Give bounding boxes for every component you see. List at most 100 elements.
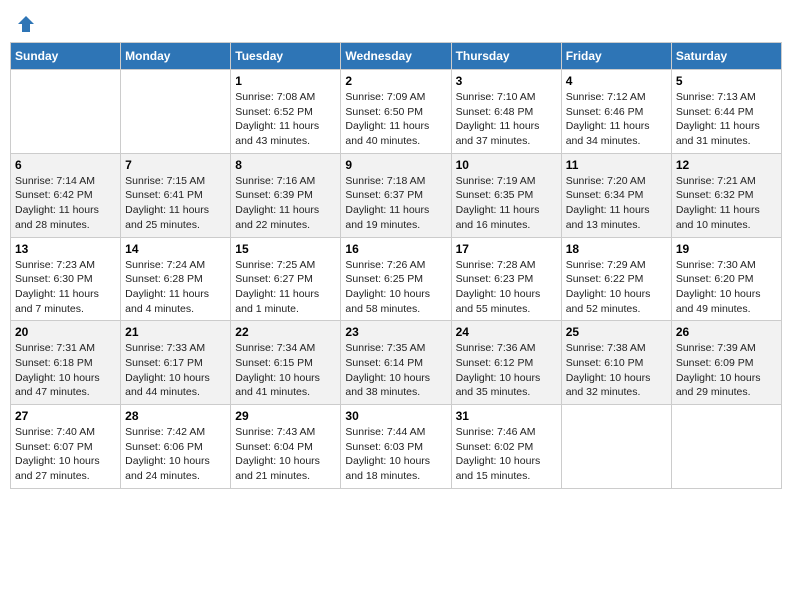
calendar-cell: 1 Sunrise: 7:08 AM Sunset: 6:52 PM Daylig… [231, 70, 341, 154]
day-number: 18 [566, 242, 667, 256]
day-number: 16 [345, 242, 446, 256]
calendar-cell: 31 Sunrise: 7:46 AM Sunset: 6:02 PM Dayli… [451, 405, 561, 489]
day-number: 2 [345, 74, 446, 88]
day-number: 10 [456, 158, 557, 172]
day-info: Sunrise: 7:16 AM Sunset: 6:39 PM Dayligh… [235, 174, 336, 233]
day-info: Sunrise: 7:30 AM Sunset: 6:20 PM Dayligh… [676, 258, 777, 317]
calendar-cell [121, 70, 231, 154]
calendar-cell: 9 Sunrise: 7:18 AM Sunset: 6:37 PM Daylig… [341, 153, 451, 237]
weekday-header-row: SundayMondayTuesdayWednesdayThursdayFrid… [11, 43, 782, 70]
calendar-cell: 16 Sunrise: 7:26 AM Sunset: 6:25 PM Dayli… [341, 237, 451, 321]
calendar-cell [671, 405, 781, 489]
day-number: 1 [235, 74, 336, 88]
calendar-cell: 21 Sunrise: 7:33 AM Sunset: 6:17 PM Dayli… [121, 321, 231, 405]
calendar-cell [11, 70, 121, 154]
day-number: 20 [15, 325, 116, 339]
day-info: Sunrise: 7:36 AM Sunset: 6:12 PM Dayligh… [456, 341, 557, 400]
day-info: Sunrise: 7:15 AM Sunset: 6:41 PM Dayligh… [125, 174, 226, 233]
calendar-cell [561, 405, 671, 489]
calendar-week-row: 6Sunrise: 7:14 AM Sunset: 6:42 PM Daylig… [11, 153, 782, 237]
calendar-cell: 3 Sunrise: 7:10 AM Sunset: 6:48 PM Daylig… [451, 70, 561, 154]
weekday-header: Tuesday [231, 43, 341, 70]
calendar-cell: 6Sunrise: 7:14 AM Sunset: 6:42 PM Daylig… [11, 153, 121, 237]
calendar-week-row: 13 Sunrise: 7:23 AM Sunset: 6:30 PM Dayli… [11, 237, 782, 321]
day-info: Sunrise: 7:20 AM Sunset: 6:34 PM Dayligh… [566, 174, 667, 233]
calendar-cell: 30 Sunrise: 7:44 AM Sunset: 6:03 PM Dayli… [341, 405, 451, 489]
day-number: 5 [676, 74, 777, 88]
weekday-header: Saturday [671, 43, 781, 70]
day-number: 3 [456, 74, 557, 88]
weekday-header: Thursday [451, 43, 561, 70]
calendar-cell: 24Sunrise: 7:36 AM Sunset: 6:12 PM Dayli… [451, 321, 561, 405]
day-info: Sunrise: 7:44 AM Sunset: 6:03 PM Dayligh… [345, 425, 446, 484]
day-info: Sunrise: 7:08 AM Sunset: 6:52 PM Dayligh… [235, 90, 336, 149]
weekday-header: Friday [561, 43, 671, 70]
day-info: Sunrise: 7:23 AM Sunset: 6:30 PM Dayligh… [15, 258, 116, 317]
day-info: Sunrise: 7:26 AM Sunset: 6:25 PM Dayligh… [345, 258, 446, 317]
day-info: Sunrise: 7:29 AM Sunset: 6:22 PM Dayligh… [566, 258, 667, 317]
calendar-cell: 18 Sunrise: 7:29 AM Sunset: 6:22 PM Dayli… [561, 237, 671, 321]
calendar-cell: 17Sunrise: 7:28 AM Sunset: 6:23 PM Dayli… [451, 237, 561, 321]
calendar-cell: 13 Sunrise: 7:23 AM Sunset: 6:30 PM Dayli… [11, 237, 121, 321]
day-number: 30 [345, 409, 446, 423]
calendar-cell: 26Sunrise: 7:39 AM Sunset: 6:09 PM Dayli… [671, 321, 781, 405]
day-number: 8 [235, 158, 336, 172]
calendar-cell: 12 Sunrise: 7:21 AM Sunset: 6:32 PM Dayli… [671, 153, 781, 237]
day-info: Sunrise: 7:24 AM Sunset: 6:28 PM Dayligh… [125, 258, 226, 317]
calendar-cell: 11 Sunrise: 7:20 AM Sunset: 6:34 PM Dayli… [561, 153, 671, 237]
day-info: Sunrise: 7:18 AM Sunset: 6:37 PM Dayligh… [345, 174, 446, 233]
day-info: Sunrise: 7:13 AM Sunset: 6:44 PM Dayligh… [676, 90, 777, 149]
calendar-week-row: 27Sunrise: 7:40 AM Sunset: 6:07 PM Dayli… [11, 405, 782, 489]
logo-icon [16, 14, 36, 34]
day-info: Sunrise: 7:28 AM Sunset: 6:23 PM Dayligh… [456, 258, 557, 317]
calendar-cell: 28Sunrise: 7:42 AM Sunset: 6:06 PM Dayli… [121, 405, 231, 489]
day-number: 27 [15, 409, 116, 423]
day-info: Sunrise: 7:12 AM Sunset: 6:46 PM Dayligh… [566, 90, 667, 149]
day-number: 4 [566, 74, 667, 88]
day-number: 19 [676, 242, 777, 256]
calendar-cell: 25 Sunrise: 7:38 AM Sunset: 6:10 PM Dayli… [561, 321, 671, 405]
calendar-cell: 10 Sunrise: 7:19 AM Sunset: 6:35 PM Dayli… [451, 153, 561, 237]
day-info: Sunrise: 7:39 AM Sunset: 6:09 PM Dayligh… [676, 341, 777, 400]
day-info: Sunrise: 7:33 AM Sunset: 6:17 PM Dayligh… [125, 341, 226, 400]
day-number: 14 [125, 242, 226, 256]
day-number: 23 [345, 325, 446, 339]
day-info: Sunrise: 7:19 AM Sunset: 6:35 PM Dayligh… [456, 174, 557, 233]
day-number: 11 [566, 158, 667, 172]
calendar-week-row: 1 Sunrise: 7:08 AM Sunset: 6:52 PM Daylig… [11, 70, 782, 154]
calendar-cell: 29Sunrise: 7:43 AM Sunset: 6:04 PM Dayli… [231, 405, 341, 489]
page-header [10, 10, 782, 34]
calendar-cell: 7 Sunrise: 7:15 AM Sunset: 6:41 PM Daylig… [121, 153, 231, 237]
day-number: 28 [125, 409, 226, 423]
day-number: 15 [235, 242, 336, 256]
day-info: Sunrise: 7:31 AM Sunset: 6:18 PM Dayligh… [15, 341, 116, 400]
calendar-cell: 20 Sunrise: 7:31 AM Sunset: 6:18 PM Dayli… [11, 321, 121, 405]
calendar-table: SundayMondayTuesdayWednesdayThursdayFrid… [10, 42, 782, 489]
day-info: Sunrise: 7:21 AM Sunset: 6:32 PM Dayligh… [676, 174, 777, 233]
day-info: Sunrise: 7:35 AM Sunset: 6:14 PM Dayligh… [345, 341, 446, 400]
calendar-cell: 2Sunrise: 7:09 AM Sunset: 6:50 PM Daylig… [341, 70, 451, 154]
day-number: 6 [15, 158, 116, 172]
day-info: Sunrise: 7:43 AM Sunset: 6:04 PM Dayligh… [235, 425, 336, 484]
day-number: 9 [345, 158, 446, 172]
calendar-cell: 27Sunrise: 7:40 AM Sunset: 6:07 PM Dayli… [11, 405, 121, 489]
day-number: 31 [456, 409, 557, 423]
day-info: Sunrise: 7:10 AM Sunset: 6:48 PM Dayligh… [456, 90, 557, 149]
day-number: 12 [676, 158, 777, 172]
day-number: 7 [125, 158, 226, 172]
calendar-cell: 5 Sunrise: 7:13 AM Sunset: 6:44 PM Daylig… [671, 70, 781, 154]
logo [14, 14, 36, 34]
day-info: Sunrise: 7:34 AM Sunset: 6:15 PM Dayligh… [235, 341, 336, 400]
day-number: 13 [15, 242, 116, 256]
calendar-cell: 19 Sunrise: 7:30 AM Sunset: 6:20 PM Dayli… [671, 237, 781, 321]
calendar-cell: 8 Sunrise: 7:16 AM Sunset: 6:39 PM Daylig… [231, 153, 341, 237]
day-info: Sunrise: 7:25 AM Sunset: 6:27 PM Dayligh… [235, 258, 336, 317]
calendar-cell: 4 Sunrise: 7:12 AM Sunset: 6:46 PM Daylig… [561, 70, 671, 154]
calendar-week-row: 20 Sunrise: 7:31 AM Sunset: 6:18 PM Dayli… [11, 321, 782, 405]
calendar-cell: 14 Sunrise: 7:24 AM Sunset: 6:28 PM Dayli… [121, 237, 231, 321]
day-number: 25 [566, 325, 667, 339]
calendar-cell: 15 Sunrise: 7:25 AM Sunset: 6:27 PM Dayli… [231, 237, 341, 321]
day-number: 21 [125, 325, 226, 339]
day-info: Sunrise: 7:38 AM Sunset: 6:10 PM Dayligh… [566, 341, 667, 400]
day-info: Sunrise: 7:46 AM Sunset: 6:02 PM Dayligh… [456, 425, 557, 484]
